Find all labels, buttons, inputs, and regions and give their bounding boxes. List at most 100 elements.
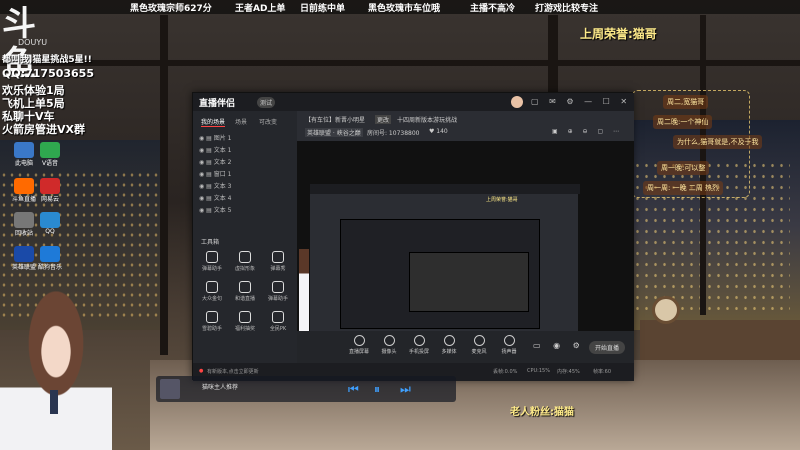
stat-cpu: CPU:15% xyxy=(527,368,550,374)
scene-item[interactable]: ◉ ▤ 图片 1 xyxy=(199,133,231,142)
scene-item[interactable]: ◉ ▤ 文本 4 xyxy=(199,193,231,202)
room-number: 房间号: 10738800 xyxy=(367,130,420,137)
honor-item: 为什么,猫哥就是,不及于我 xyxy=(673,135,763,149)
fan-name: 老人粉丝:猫猫 xyxy=(510,407,574,418)
tool-lottery[interactable]: 福利抽奖 xyxy=(230,311,260,332)
side-text: QQ:717503655 xyxy=(2,67,94,80)
tool-icon xyxy=(239,251,251,263)
record-settings-icons[interactable]: ▭ ◉ ⚙ xyxy=(533,341,585,350)
tool-icon xyxy=(272,251,284,263)
window-pillar xyxy=(160,15,168,355)
voice-app-icon xyxy=(40,142,60,158)
scene-item[interactable]: ◉ ▤ 文本 5 xyxy=(199,205,231,214)
side-text: 火箭房管进VX群 xyxy=(2,123,85,136)
update-notice[interactable]: 有新版本,点击立即更新 xyxy=(207,368,259,375)
clock-decoration xyxy=(652,296,680,324)
preview-canvas[interactable]: 上周荣誉:猫哥 xyxy=(297,141,634,331)
room-edit[interactable]: 十四周新版本游玩挑战 xyxy=(397,115,457,124)
desktop-icon-label: 网易云 xyxy=(40,196,59,203)
speaker-icon xyxy=(503,335,515,346)
uniform-tie xyxy=(50,390,58,414)
desktop-icon-label: V语音 xyxy=(41,160,59,167)
streamer-camera xyxy=(0,286,112,450)
online-count: ♥ 140 xyxy=(429,128,448,135)
room-title: 【有车位】新晋小明星 xyxy=(305,117,366,124)
update-dot-icon: ● xyxy=(199,368,204,374)
next-icon[interactable]: ⏭ xyxy=(400,382,411,397)
desktop-icon-label: 酷狗音乐 xyxy=(37,264,62,271)
banner-item: 黑色玫瑰宗师627分 xyxy=(130,4,212,14)
room-tag[interactable]: 更改 xyxy=(375,115,392,124)
douyu-logo-sub: DOUYU xyxy=(18,38,48,47)
media-button[interactable]: 多媒体 xyxy=(435,335,463,355)
tool-quotes[interactable]: 大众金句 xyxy=(197,281,227,302)
start-live-button[interactable]: 开始直播 xyxy=(589,341,626,354)
screen-share-button[interactable]: 直播屏幕 xyxy=(345,335,373,355)
microphone-icon xyxy=(473,335,485,346)
avatar[interactable] xyxy=(511,96,523,108)
window-beam xyxy=(0,60,800,66)
tool-icon xyxy=(272,311,284,323)
desktop-icon[interactable]: V语音 xyxy=(30,142,70,167)
monitor-icon xyxy=(353,335,365,346)
song-name: 猫咪主人推荐 xyxy=(202,384,239,391)
streaming-app-window: 直播伴侣 测试 ▢ ✉ ⚙ — ☐ ✕ 我的场景 场景 可改变 ◉ ▤ 图片 1… xyxy=(192,92,634,381)
camera-button[interactable]: 摄像头 xyxy=(375,335,403,355)
phone-cast-button[interactable]: 手机投屏 xyxy=(405,335,433,355)
honor-item: 周一晚:可以整 xyxy=(657,161,710,175)
previous-icon[interactable]: ⏮ xyxy=(348,382,359,397)
tool-harmony[interactable]: 和谐直播 xyxy=(230,281,260,302)
qq-icon xyxy=(40,212,60,228)
nested-titlebar xyxy=(310,184,580,194)
tool-icon xyxy=(239,311,251,323)
left-panel: 我的场景 场景 可改变 ◉ ▤ 图片 1 ◉ ▤ 文本 1 ◉ ▤ 文本 2 ◉… xyxy=(193,111,297,363)
tool-pk[interactable]: 全民PK xyxy=(263,311,293,332)
tab-changeable[interactable]: 可改变 xyxy=(259,117,277,126)
app-badge[interactable]: 测试 xyxy=(257,97,276,108)
stat-fps: 帧率:60 xyxy=(593,369,612,375)
speaker-button[interactable]: 扬声器 xyxy=(495,335,523,355)
desktop-icon-label: QQ xyxy=(45,228,55,235)
tool-assist[interactable]: 弹幕助手 xyxy=(263,281,293,302)
banner-item: 日前练中单 xyxy=(300,4,346,14)
preview-tools[interactable]: ▣ ⊕ ⊖ ▢ ⋯ xyxy=(552,128,623,135)
nested-preview-2 xyxy=(340,219,540,329)
category[interactable]: 英雄联盟 · 峡谷之巅 xyxy=(305,128,363,137)
honor-item: 周二,宽猫哥 xyxy=(663,95,709,109)
banner-item: 主播不高冷 xyxy=(470,4,516,14)
top-banner: 黑色玫瑰宗师627分 王者AD上单 日前练中单 黑色玫瑰市车位哦 主播不高冷 打… xyxy=(0,0,800,14)
tools-title: 工具箱 xyxy=(201,239,220,246)
microphone-button[interactable]: 麦克风 xyxy=(465,335,493,355)
camera-icon xyxy=(383,335,395,346)
pause-icon[interactable]: ⏸ xyxy=(374,382,380,397)
album-art xyxy=(160,379,180,399)
honor-board: 周二,宽猫哥 周二晚:一个神仙 为什么,猫哥就是,不及于我 周一晚:可以整 周一… xyxy=(632,90,763,198)
desktop-icon[interactable]: QQ xyxy=(30,212,70,235)
desktop-icon[interactable]: 酷狗音乐 xyxy=(30,246,70,271)
kugou-icon xyxy=(40,246,60,262)
tool-icon xyxy=(206,281,218,293)
side-text: 都叫我,猫星挑战5星!! xyxy=(2,55,92,65)
music-player: 猫咪主人推荐 ⏮ ⏸ ⏭ xyxy=(156,376,456,402)
scene-item[interactable]: ◉ ▤ 窗口 1 xyxy=(199,169,231,178)
stat-frame-drop: 丢帧:0.0% xyxy=(493,369,518,375)
tab-my-scenes[interactable]: 我的场景 xyxy=(201,117,226,127)
phone-icon xyxy=(413,335,425,346)
banner-item: 王者AD上单 xyxy=(235,4,286,14)
nested-title: 上周荣誉:猫哥 xyxy=(486,197,518,203)
honor-item: 周一周: 一晚 二周 热烈 xyxy=(643,181,724,195)
scene-item[interactable]: ◉ ▤ 文本 3 xyxy=(199,181,231,190)
app-brand: 直播伴侣 xyxy=(199,99,236,109)
tool-avatar[interactable]: 虚拟形象 xyxy=(230,251,260,272)
tool-danmu-show[interactable]: 弹幕秀 xyxy=(263,251,293,272)
scene-item[interactable]: ◉ ▤ 文本 2 xyxy=(199,157,231,166)
tool-sprite[interactable]: 雪碧助手 xyxy=(197,311,227,332)
music-app-icon xyxy=(40,178,60,194)
media-icon xyxy=(443,335,455,346)
tool-danmu[interactable]: 弹幕助手 xyxy=(197,251,227,272)
scene-item[interactable]: ◉ ▤ 文本 1 xyxy=(199,145,231,154)
titlebar-icons[interactable]: ▢ ✉ ⚙ — ☐ ✕ xyxy=(531,97,631,106)
desktop-icon[interactable]: 网易云 xyxy=(30,178,70,203)
tab-scenes[interactable]: 场景 xyxy=(235,117,247,126)
nested-preview: 上周荣誉:猫哥 xyxy=(309,183,580,331)
